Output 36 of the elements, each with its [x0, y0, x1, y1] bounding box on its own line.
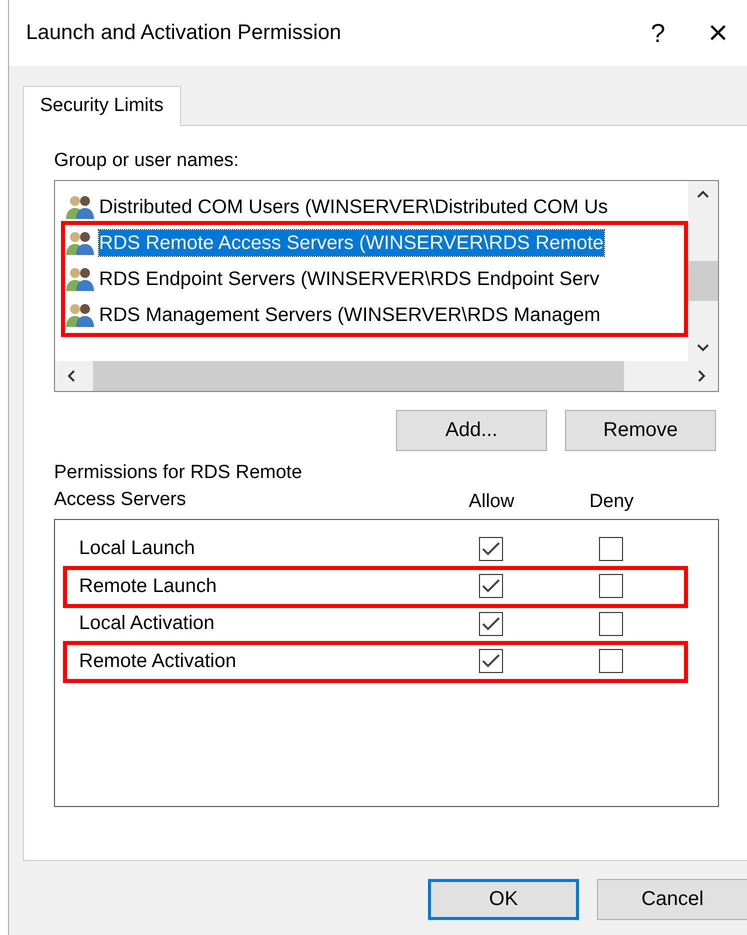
list-item[interactable]: RDS Management Servers (WINSERVER\RDS Managem [99, 302, 600, 328]
deny-checkbox[interactable] [598, 612, 622, 636]
list-item[interactable]: RDS Endpoint Servers (WINSERVER\RDS Endpoint Serv [99, 266, 600, 292]
group-label: Group or user names: [54, 150, 240, 172]
column-header: Deny [589, 491, 634, 513]
permission-name: Remote Activation [79, 650, 238, 673]
list-button[interactable]: Add... [396, 410, 547, 451]
permissions-label: Permissions for RDS Remote Access Servers [54, 461, 304, 512]
users-icon [65, 230, 95, 256]
allow-checkbox[interactable] [478, 612, 502, 636]
dialog-button[interactable]: Cancel [597, 879, 747, 920]
users-icon [65, 266, 95, 292]
deny-checkbox[interactable] [598, 649, 622, 674]
permission-name: Remote Launch [79, 574, 218, 598]
list-button[interactable]: Remove [565, 410, 716, 451]
tab[interactable]: Security Limits [23, 86, 181, 126]
scrollbar-thumb[interactable] [688, 261, 718, 301]
deny-checkbox[interactable] [598, 536, 622, 561]
dialog-button[interactable]: OK [428, 879, 579, 920]
deny-checkbox[interactable] [598, 574, 622, 598]
window-title: Launch and Activation Permission [26, 21, 342, 45]
allow-checkbox[interactable] [478, 574, 502, 598]
help-button[interactable]: ? [628, 8, 688, 58]
column-header: Allow [468, 491, 514, 513]
close-button[interactable]: × [688, 8, 747, 58]
users-icon [65, 194, 95, 220]
allow-checkbox[interactable] [478, 536, 502, 561]
permission-name: Local Launch [79, 537, 196, 560]
list-item[interactable]: Distributed COM Users (WINSERVER\Distributed COM Us [99, 194, 608, 220]
vertical-scrollbar[interactable] [688, 181, 718, 361]
permission-name: Local Activation [79, 612, 216, 636]
scrollbar-thumb[interactable] [93, 361, 624, 391]
horizontal-scrollbar[interactable] [55, 361, 718, 391]
list-item[interactable]: RDS Remote Access Servers (WINSERVER\RDS Remote [99, 230, 604, 256]
allow-checkbox[interactable] [478, 649, 502, 674]
users-icon [65, 302, 95, 328]
